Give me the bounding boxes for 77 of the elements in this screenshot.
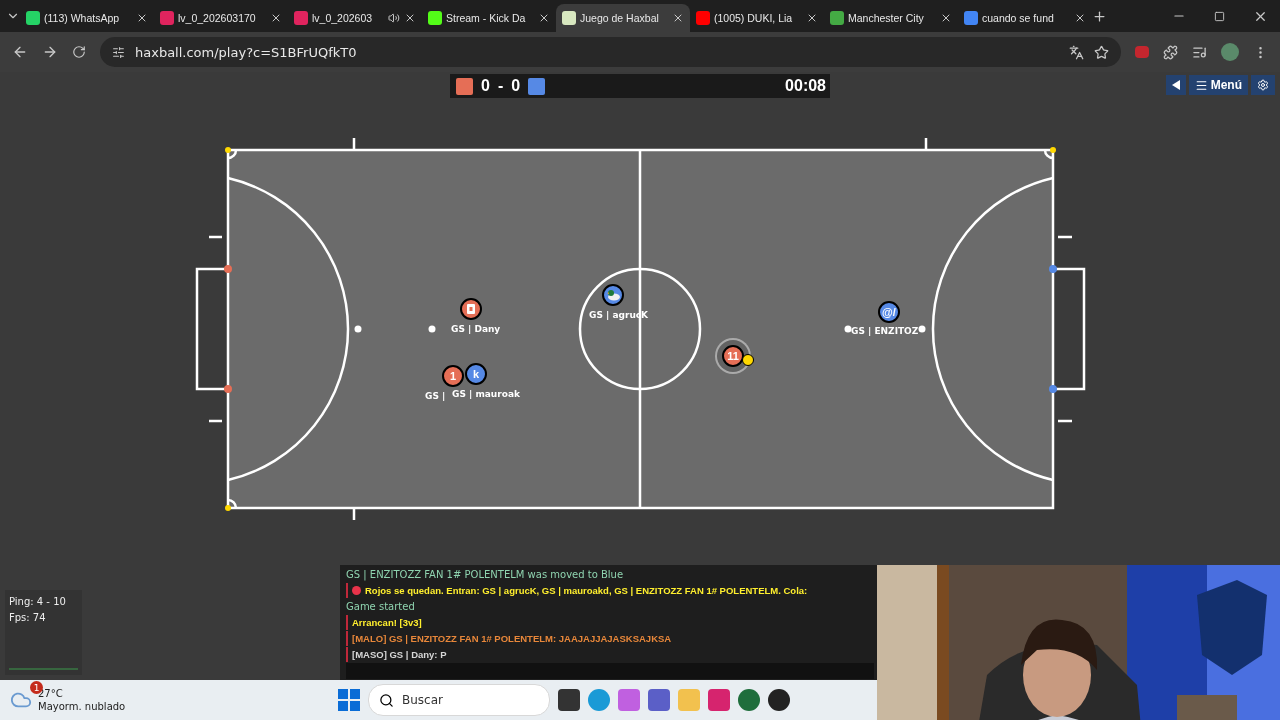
star-icon[interactable] [1094, 44, 1109, 60]
goal-post [1049, 265, 1057, 273]
spot-mark [918, 325, 926, 333]
corner-mark [225, 147, 231, 153]
team-color-icon [456, 77, 473, 95]
team-color-icon [528, 77, 546, 95]
player-name: GS | Dany [451, 324, 501, 334]
close-icon[interactable] [136, 12, 148, 24]
site-icon [428, 11, 442, 25]
chat-input[interactable] [346, 663, 874, 679]
browser-tab[interactable]: (113) WhatsApp [20, 4, 154, 32]
address-bar[interactable]: haxball.com/play?c=S1BFrUQfkT0 [100, 37, 1121, 67]
goal-post [224, 265, 232, 273]
start-icon[interactable] [338, 689, 360, 711]
spot-mark [354, 325, 362, 333]
browser-tab[interactable]: Juego de Haxbal [556, 4, 690, 32]
chat-message: GS | ENZITOZZ FAN 1# POLENTELM was moved to Blue [346, 568, 625, 582]
close-icon[interactable] [270, 12, 282, 24]
corner-mark [1050, 147, 1056, 153]
taskbar-search[interactable]: Buscar [368, 684, 550, 716]
close-icon[interactable] [1074, 12, 1086, 24]
site-icon [160, 11, 174, 25]
browser-tab[interactable]: Stream - Kick Da [422, 4, 556, 32]
menu-button[interactable]: Menú [1188, 75, 1248, 95]
forward-icon[interactable] [42, 44, 58, 60]
new-tab-icon[interactable] [1092, 8, 1107, 24]
settings-button[interactable] [1251, 75, 1275, 95]
close-icon[interactable] [806, 12, 818, 24]
puzzle-icon[interactable] [1163, 44, 1178, 60]
player-name: GS | ENZITOZ [851, 326, 919, 336]
menu-icon [1194, 78, 1208, 92]
chat-message: [MALO] GS | ENZITOZZ FAN 1# POLENTELM: JAAJAJJAJASKSAJKSA [346, 631, 874, 646]
reload-icon[interactable] [72, 45, 86, 59]
browser-tab[interactable]: Manchester City [824, 4, 958, 32]
caret-icon [1171, 80, 1180, 90]
back-icon[interactable] [12, 44, 28, 60]
site-icon [26, 11, 40, 25]
close-icon[interactable] [538, 12, 550, 24]
duck-icon [606, 289, 620, 301]
player-name: GS | mauroak [452, 389, 520, 399]
browser-tab[interactable]: cuando se fund [958, 4, 1092, 32]
spot-mark [844, 325, 852, 333]
card-icon [466, 303, 476, 315]
ping-graph [9, 665, 78, 671]
goal-post [224, 385, 232, 393]
site-icon [964, 11, 978, 25]
scoreboard: 0 - 0 00:08 [450, 74, 830, 98]
site-icon [696, 11, 710, 25]
stats-panel: Ping: 4 - 10 Fps: 74 [5, 590, 82, 675]
close-icon[interactable] [404, 12, 416, 24]
site-icon [562, 11, 576, 25]
browser-tab[interactable]: lv_0_202603170 [154, 4, 288, 32]
browser-tab[interactable]: lv_0_202603 [288, 4, 422, 32]
weather-text: Mayorm. nublado [38, 700, 126, 713]
chat-message: Game started [346, 600, 416, 614]
close-icon[interactable] [672, 12, 684, 24]
site-icon [830, 11, 844, 25]
app-icon[interactable] [738, 689, 760, 711]
speaker-icon[interactable] [388, 12, 400, 24]
search-icon [379, 692, 394, 708]
goal-post [1049, 385, 1057, 393]
player-name: GS | [425, 391, 446, 401]
translate-icon[interactable] [1069, 44, 1084, 60]
collapse-button[interactable] [1165, 75, 1186, 95]
chat-message: Rojos se quedan. Entran: GS | agrucK, GS | mauroakd, GS | ENZITOZZ FAN 1# POLENTELM. Cola: [346, 583, 874, 598]
site-settings-icon[interactable] [112, 45, 125, 59]
close-icon[interactable] [940, 12, 952, 24]
settings-icon [1257, 79, 1269, 91]
corner-mark [225, 505, 231, 511]
browser-tab[interactable]: (1005) DUKI, Lia [690, 4, 824, 32]
avatar-icon[interactable] [1221, 43, 1239, 61]
media-icon[interactable] [1192, 44, 1207, 60]
spot-mark [428, 325, 436, 333]
restore-icon[interactable] [1214, 10, 1225, 22]
app-icon[interactable] [708, 689, 730, 711]
site-icon [294, 11, 308, 25]
chat-message: Arrancan! [3v3] [346, 615, 874, 630]
